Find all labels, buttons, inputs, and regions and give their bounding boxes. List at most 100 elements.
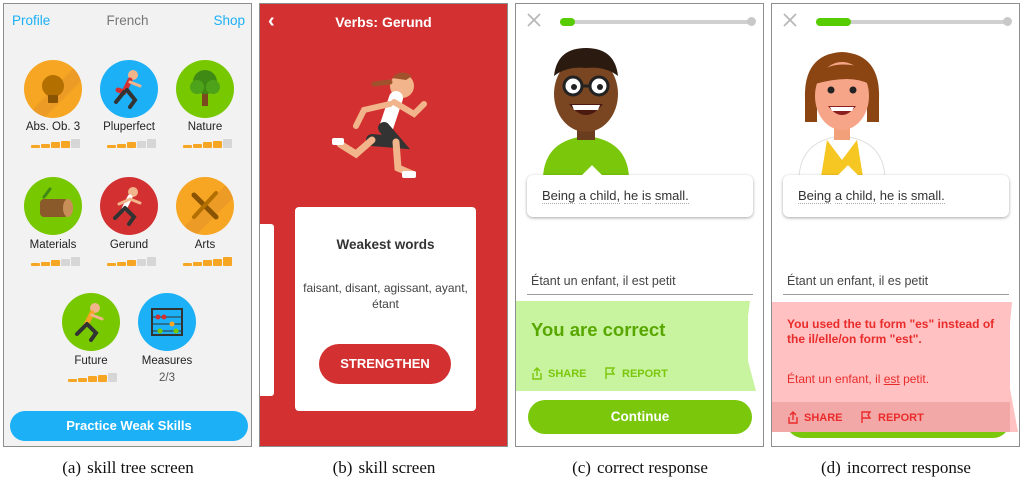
progress-fill — [816, 18, 851, 26]
runner-icon — [75, 303, 104, 342]
close-icon[interactable] — [783, 13, 797, 27]
skill-strength-bar — [183, 139, 232, 148]
correct-response-screen: Being a child, he is small. Étant un enf… — [515, 3, 764, 447]
skill-name: Future — [74, 355, 108, 367]
share-icon — [788, 411, 798, 424]
abacus-icon — [151, 308, 183, 336]
answer-text[interactable]: Étant un enfant, il es petit — [787, 274, 928, 288]
prompt-word[interactable]: small. — [910, 188, 945, 204]
report-button[interactable]: REPORT — [604, 367, 668, 380]
skill-strength-bar — [68, 373, 117, 382]
log-icon — [40, 187, 73, 217]
prompt-word[interactable]: Being — [542, 188, 576, 204]
skill-progress-text: 2/3 — [159, 372, 175, 384]
skill-circle — [100, 177, 158, 235]
strength-segment — [213, 258, 222, 266]
strength-segment — [183, 145, 192, 148]
prompt-word[interactable]: he — [623, 188, 639, 204]
answer-underline — [527, 294, 753, 295]
share-button[interactable]: SHARE — [787, 411, 843, 424]
strength-segment — [71, 257, 80, 266]
flag-icon — [605, 367, 616, 379]
skill-circle — [24, 177, 82, 235]
strengthen-button[interactable]: STRENGTHEN — [319, 344, 451, 384]
skill-circle — [138, 293, 196, 351]
skill-circle — [100, 60, 158, 118]
skill-strength-bar — [107, 139, 156, 148]
strength-segment — [117, 261, 126, 266]
correction-before: Étant un enfant, il — [787, 372, 884, 386]
skill-name: Gerund — [109, 239, 149, 251]
skill-name: Arts — [194, 239, 216, 251]
answer-text[interactable]: Étant un enfant, il est petit — [531, 274, 676, 288]
skill-name: Abs. Ob. 3 — [25, 121, 81, 133]
skill-name: Materials — [29, 239, 77, 251]
prompt-bubble: Being a child, he is small. — [783, 165, 1009, 217]
share-button[interactable]: SHARE — [531, 367, 587, 380]
prompt-word[interactable]: a — [578, 188, 587, 204]
caption-label: (d) — [821, 458, 841, 477]
share-label: SHARE — [804, 411, 843, 424]
prompt-word[interactable]: small. — [654, 188, 689, 204]
lesson-progress-bar — [816, 17, 1012, 26]
progress-end-dot — [1003, 17, 1012, 26]
strength-segment — [223, 257, 232, 266]
brush-icon — [176, 177, 234, 235]
previous-card[interactable] — [260, 224, 274, 396]
weakest-words-title: Weakest words — [336, 237, 435, 252]
strength-segment — [71, 139, 80, 148]
prompt-word[interactable]: Being — [798, 188, 832, 204]
skill-strength-bar — [31, 257, 80, 266]
weakest-words-card: Weakest words faisant, disant, agissant,… — [295, 207, 476, 411]
caption-label: (a) — [62, 458, 82, 477]
caption-d: (d) incorrect response — [768, 458, 1024, 478]
practice-weak-skills-button[interactable]: Practice Weak Skills — [10, 411, 248, 441]
flag-icon — [861, 411, 872, 423]
banner-ribbon-edge — [744, 301, 756, 391]
prompt-word[interactable]: child, — [589, 188, 621, 204]
male-character-avatar — [543, 48, 629, 177]
strength-segment — [127, 260, 136, 266]
caption-text: correct response — [596, 458, 708, 477]
prompt-word[interactable]: he — [879, 188, 895, 204]
prompt-bubble: Being a child, he is small. — [527, 165, 753, 217]
prompt-word[interactable]: a — [834, 188, 843, 204]
correction-highlight: est — [883, 372, 900, 386]
continue-button[interactable]: Continue — [528, 400, 752, 434]
progress-end-dot — [747, 17, 756, 26]
report-button[interactable]: REPORT — [860, 411, 924, 424]
close-icon[interactable] — [527, 13, 541, 27]
weakest-words-list: faisant, disant, agissant, ayant, étant — [303, 281, 468, 311]
strength-segment — [147, 139, 156, 148]
skill-circle — [176, 60, 234, 118]
progress-fill — [560, 18, 576, 26]
strength-segment — [147, 257, 156, 266]
prompt-word[interactable]: is — [641, 188, 652, 204]
caption-label: (c) — [572, 458, 591, 477]
lesson-progress-bar — [560, 17, 756, 26]
share-label: SHARE — [548, 367, 587, 380]
correction-after: petit. — [899, 372, 930, 386]
caption-label: (b) — [332, 458, 353, 477]
strength-segment — [117, 143, 126, 148]
prompt-word[interactable]: child, — [845, 188, 877, 204]
prompt-word[interactable]: is — [897, 188, 908, 204]
strength-segment — [107, 145, 116, 148]
skill-screen: ‹ Verbs: Gerund Weakest words faisant, d… — [259, 3, 508, 447]
report-label: REPORT — [878, 411, 924, 424]
shop-link[interactable]: Shop — [213, 13, 245, 28]
correct-message: You are correct — [531, 319, 666, 340]
caption-b: (b) skill screen — [256, 458, 512, 478]
strength-segment — [88, 376, 97, 382]
skill-strength-bar — [31, 139, 80, 148]
share-report-bar: SHARE REPORT — [772, 402, 1010, 432]
incorrect-feedback-banner: You used the tu form "es" instead of the… — [772, 302, 1018, 432]
strength-segment — [68, 379, 77, 382]
strength-segment — [41, 261, 50, 266]
prompt-sentence: Being a child, he is small. — [798, 188, 945, 204]
lightbulb-icon — [24, 60, 82, 118]
prompt-sentence: Being a child, he is small. — [542, 188, 689, 204]
strength-segment — [213, 140, 222, 148]
strength-segment — [61, 140, 70, 148]
skill-title: Verbs: Gerund — [335, 14, 432, 30]
